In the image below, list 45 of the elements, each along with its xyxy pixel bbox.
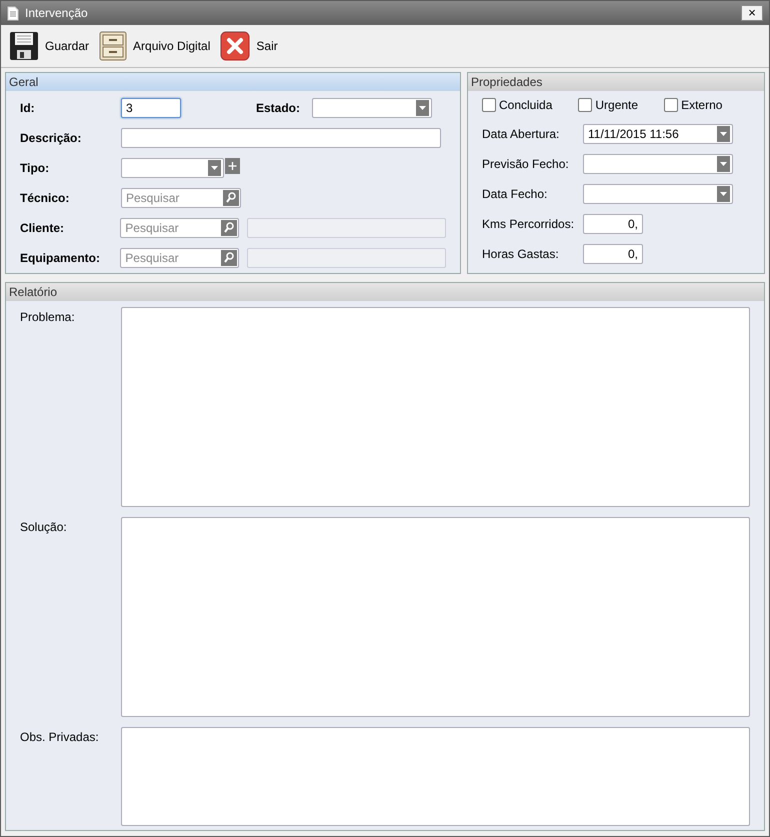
search-field[interactable]: Pesquisar bbox=[120, 248, 240, 268]
filing-cabinet-icon bbox=[99, 31, 128, 61]
panel-header: Geral bbox=[6, 73, 460, 91]
field-label: Técnico: bbox=[20, 190, 70, 207]
field-label: Estado: bbox=[256, 100, 302, 117]
panel-header: Propriedades bbox=[468, 73, 764, 91]
toolbar-button[interactable]: Guardar bbox=[7, 28, 92, 64]
field-label: Solução: bbox=[20, 519, 68, 533]
search-field[interactable]: Pesquisar bbox=[121, 188, 241, 208]
text-field[interactable] bbox=[121, 128, 441, 148]
number-field[interactable]: 0, bbox=[583, 214, 643, 234]
number-field[interactable]: 0, bbox=[583, 244, 643, 264]
checkbox[interactable]: Concluida bbox=[482, 96, 552, 114]
toolbar-button[interactable]: Sair bbox=[218, 28, 280, 64]
search-icon bbox=[221, 250, 238, 266]
field-label: Descrição: bbox=[20, 130, 82, 147]
close-icon bbox=[220, 31, 250, 61]
field-label: Data Fecho: bbox=[482, 186, 548, 203]
dropdown[interactable] bbox=[583, 154, 733, 174]
field-label: Equipamento: bbox=[20, 250, 101, 267]
field-label: Problema: bbox=[20, 309, 76, 323]
toolbar-button[interactable]: Arquivo Digital bbox=[97, 28, 212, 64]
field-label: Tipo: bbox=[20, 160, 50, 177]
text-field[interactable]: 3 bbox=[121, 98, 181, 118]
panel-header: Relatório bbox=[6, 283, 764, 301]
text-area[interactable] bbox=[120, 727, 750, 826]
field-label: Kms Percorridos: bbox=[482, 216, 576, 233]
field-label: Horas Gastas: bbox=[482, 246, 560, 263]
checkbox[interactable]: Urgente bbox=[578, 96, 638, 114]
field-label: Previsão Fecho: bbox=[482, 156, 570, 173]
close-button[interactable]: × bbox=[741, 5, 763, 21]
field-label: Id: bbox=[20, 100, 36, 117]
dropdown[interactable] bbox=[121, 158, 224, 178]
dropdown[interactable] bbox=[312, 98, 432, 118]
field-label: Obs. Privadas: bbox=[20, 729, 100, 743]
dropdown[interactable]: 11/11/2015 11:56 bbox=[583, 124, 733, 144]
checkbox[interactable]: Externo bbox=[664, 96, 722, 114]
search-icon bbox=[221, 220, 238, 236]
field-label: Cliente: bbox=[20, 220, 66, 237]
document-icon bbox=[7, 6, 19, 20]
search-field[interactable]: Pesquisar bbox=[120, 218, 240, 238]
search-icon bbox=[223, 190, 239, 206]
window-title: Intervenção bbox=[25, 5, 89, 22]
field-label: Data Abertura: bbox=[482, 126, 560, 143]
dropdown[interactable] bbox=[583, 184, 733, 204]
